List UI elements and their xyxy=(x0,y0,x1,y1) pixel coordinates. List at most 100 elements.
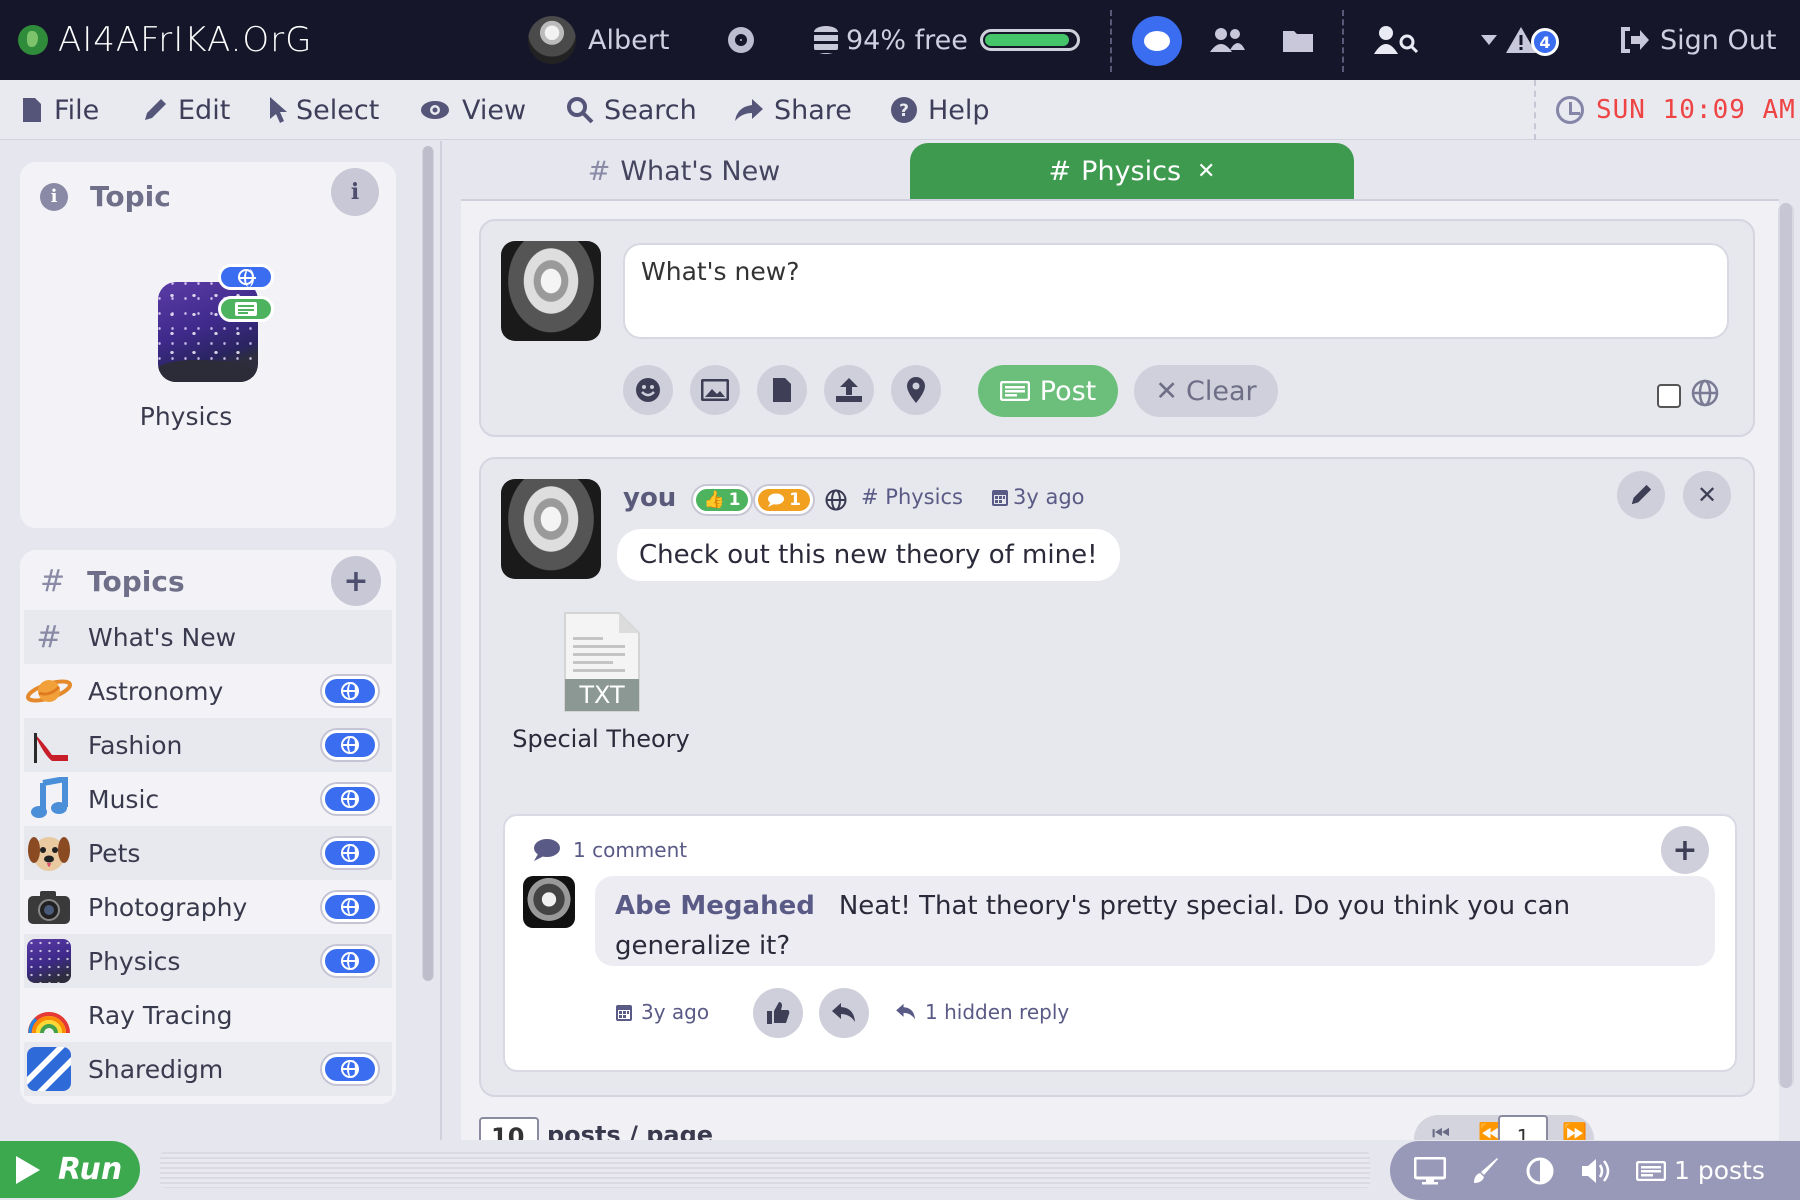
public-badge[interactable] xyxy=(322,892,378,922)
location-button[interactable] xyxy=(891,365,941,415)
left-scrollbar[interactable] xyxy=(422,146,434,981)
public-badge[interactable] xyxy=(322,946,378,976)
comment-count-text: 1 comment xyxy=(573,838,688,862)
menu-share[interactable]: Share xyxy=(734,80,852,140)
feed-scrollbar-thumb[interactable] xyxy=(1780,203,1792,1088)
globe-icon xyxy=(341,1060,359,1078)
feed-scrollbar[interactable] xyxy=(1778,203,1794,1088)
chat-button[interactable] xyxy=(1132,16,1182,66)
post-input[interactable]: What's new? xyxy=(623,243,1729,339)
next-page-icon[interactable]: ⏩ xyxy=(1562,1121,1587,1142)
topic-item[interactable]: Sharedigm xyxy=(24,1042,392,1096)
topic-item[interactable]: Fashion xyxy=(24,718,392,772)
list-icon xyxy=(235,302,257,316)
public-badge[interactable] xyxy=(322,1054,378,1084)
avatar xyxy=(501,479,601,579)
logo[interactable]: AI4AFrIKA.OrG xyxy=(18,20,313,60)
public-badge[interactable] xyxy=(322,838,378,868)
topic-item[interactable]: Physics xyxy=(24,934,392,988)
console-strip[interactable] xyxy=(160,1152,1370,1188)
menu-file[interactable]: File xyxy=(22,80,99,140)
edit-post-button[interactable] xyxy=(1617,471,1665,519)
tab-physics[interactable]: # Physics ✕ xyxy=(910,143,1354,199)
menu-file-label: File xyxy=(54,94,100,126)
topic-item[interactable]: Photography xyxy=(24,880,392,934)
posts-per-page-input[interactable]: 10 xyxy=(479,1117,539,1142)
comment-author[interactable]: Abe Megahed xyxy=(615,891,815,921)
notifications-button[interactable] xyxy=(1480,0,1538,80)
menu-edit[interactable]: Edit xyxy=(142,80,230,140)
like-comment-button[interactable] xyxy=(753,988,803,1038)
post-author[interactable]: you xyxy=(623,483,676,513)
pencil-icon xyxy=(145,99,166,120)
topics-header: # Topics xyxy=(40,564,185,599)
pointer-icon xyxy=(270,97,287,123)
feed-panel: What's new? Post ✕ Clear you 👍 1 1 # Phy… xyxy=(461,199,1779,1142)
sharedigm-topic-icon xyxy=(24,1044,74,1094)
photography-topic-icon xyxy=(24,882,74,932)
public-checkbox[interactable] xyxy=(1657,384,1681,408)
emoji-button[interactable] xyxy=(623,365,673,415)
find-user-button[interactable] xyxy=(1374,0,1420,80)
logo-text: AI4AFrIKA.OrG xyxy=(58,20,313,60)
tab-whats-new[interactable]: # What's New xyxy=(469,143,899,199)
menu-view[interactable]: View xyxy=(420,80,526,140)
post-topic-link[interactable]: # Physics xyxy=(861,485,963,509)
add-comment-button[interactable]: + xyxy=(1661,826,1709,874)
gear-icon xyxy=(728,27,754,53)
clear-button[interactable]: ✕ Clear xyxy=(1134,365,1278,417)
left-scrollbar-thumb[interactable] xyxy=(423,146,433,981)
contrast-icon[interactable] xyxy=(1526,1157,1554,1185)
music-topic-icon xyxy=(24,774,74,824)
monitor-icon[interactable] xyxy=(1414,1156,1446,1185)
post-topic: Physics xyxy=(885,485,963,509)
clock-text: SUN 10:09 AM xyxy=(1596,95,1796,125)
menu-help[interactable]: ? Help xyxy=(890,80,990,140)
brush-icon[interactable] xyxy=(1472,1157,1500,1185)
run-label: Run xyxy=(58,1152,123,1187)
add-topic-button[interactable]: + xyxy=(331,556,381,606)
page-input[interactable]: 1 xyxy=(1498,1115,1548,1142)
delete-post-button[interactable]: ✕ xyxy=(1683,471,1731,519)
top-bar: AI4AFrIKA.OrG Albert 94% free 4 Sign Out xyxy=(0,0,1800,80)
menu-select[interactable]: Select xyxy=(268,80,379,140)
likes-badge[interactable]: 👍 1 xyxy=(693,486,751,514)
run-button[interactable]: Run xyxy=(0,1141,140,1198)
image-button[interactable] xyxy=(690,365,740,415)
public-badge[interactable] xyxy=(322,730,378,760)
files-button[interactable] xyxy=(1282,0,1314,80)
menu-share-label: Share xyxy=(774,94,852,126)
hidden-replies-link[interactable]: 1 hidden reply xyxy=(895,1000,1069,1024)
topic-item[interactable]: # What's New xyxy=(24,610,392,664)
topic-info-button[interactable]: i xyxy=(331,168,379,216)
public-badge[interactable] xyxy=(322,676,378,706)
menu-search[interactable]: Search xyxy=(566,80,697,140)
reply-button[interactable] xyxy=(819,988,869,1038)
post-button[interactable]: Post xyxy=(978,365,1118,417)
friends-button[interactable] xyxy=(1208,0,1246,80)
topic-item[interactable]: Music xyxy=(24,772,392,826)
user-menu[interactable]: Albert xyxy=(528,0,669,80)
topic-item[interactable]: Pets xyxy=(24,826,392,880)
storage-indicator[interactable]: 94% free xyxy=(814,0,1080,80)
close-tab-icon[interactable]: ✕ xyxy=(1197,159,1215,184)
settings-button[interactable] xyxy=(728,0,754,80)
hash-icon: # xyxy=(861,485,886,509)
attachment-name[interactable]: Special Theory xyxy=(501,725,701,753)
public-badge[interactable] xyxy=(322,784,378,814)
what-s-new-topic-icon: # xyxy=(36,619,62,655)
file-button[interactable] xyxy=(757,365,807,415)
comments-badge[interactable]: 1 xyxy=(755,486,813,514)
upload-button[interactable] xyxy=(824,365,874,415)
volume-icon[interactable] xyxy=(1580,1157,1612,1185)
comment-icon xyxy=(534,839,560,861)
comment-icon xyxy=(768,493,785,507)
menu-bar: File Edit Select View Search Share ? Hel… xyxy=(0,80,1800,140)
storage-bar xyxy=(979,29,1080,51)
storage-bar-fill xyxy=(984,34,1070,46)
sign-out-button[interactable]: Sign Out xyxy=(1620,0,1776,80)
topic-item[interactable]: Astronomy xyxy=(24,664,392,718)
menu-search-label: Search xyxy=(604,94,697,126)
first-page-icon[interactable]: ⏮ xyxy=(1432,1121,1450,1142)
topic-item[interactable]: Ray Tracing xyxy=(24,988,392,1042)
